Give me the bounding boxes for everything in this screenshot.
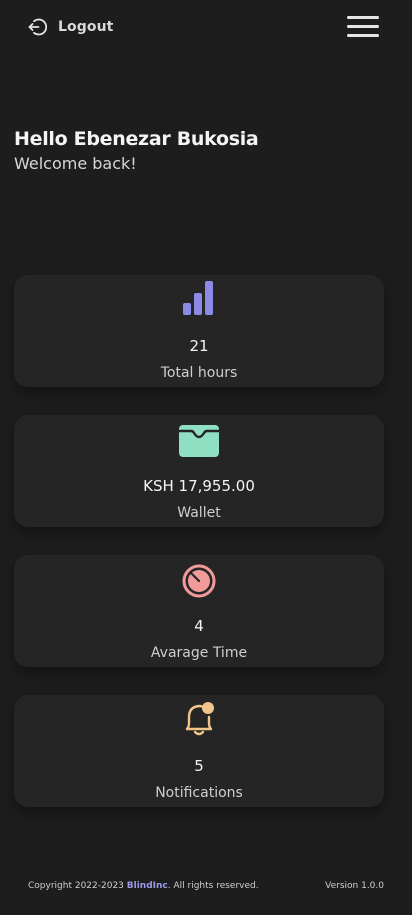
notifications-label: Notifications — [155, 785, 243, 801]
menu-line — [347, 16, 379, 19]
logout-icon — [27, 17, 48, 37]
logout-button[interactable]: Logout — [27, 16, 113, 38]
copyright-suffix: . All rights reserved. — [167, 881, 259, 891]
top-bar: Logout — [0, 0, 412, 54]
notifications-value: 5 — [194, 757, 204, 775]
logout-label: Logout — [58, 19, 114, 35]
greeting-title: Hello Ebenezar Bukosia — [14, 128, 259, 150]
wallet-icon — [177, 419, 221, 459]
copyright-text: Copyright 2022-2023 BlindInc. All rights… — [28, 881, 259, 891]
menu-line — [347, 34, 379, 37]
copyright-prefix: Copyright 2022-2023 — [28, 881, 124, 891]
greeting-subtitle: Welcome back! — [14, 154, 137, 173]
menu-line — [347, 25, 379, 28]
footer: Copyright 2022-2023 BlindInc. All rights… — [0, 876, 412, 898]
greeting: Hello Ebenezar Bukosia Welcome back! — [14, 128, 259, 173]
wallet-value: KSH 17,955.00 — [143, 477, 255, 495]
hamburger-menu-icon[interactable] — [345, 13, 379, 39]
wallet-card[interactable]: KSH 17,955.00 Wallet — [14, 415, 384, 527]
total-hours-label: Total hours — [160, 365, 238, 381]
bell-notification-icon — [177, 699, 221, 739]
notifications-card[interactable]: 5 Notifications — [14, 695, 384, 807]
total-hours-value: 21 — [189, 337, 209, 355]
average-time-label: Avarage Time — [150, 645, 248, 661]
bar-chart-icon — [177, 279, 221, 319]
total-hours-card[interactable]: 21 Total hours — [14, 275, 384, 387]
timer-icon — [177, 559, 221, 599]
average-time-value: 4 — [194, 617, 204, 635]
average-time-card[interactable]: 4 Avarage Time — [14, 555, 384, 667]
brand-link[interactable]: BlindInc — [127, 881, 168, 891]
wallet-label: Wallet — [177, 505, 221, 521]
version-text: Version 1.0.0 — [325, 881, 384, 891]
